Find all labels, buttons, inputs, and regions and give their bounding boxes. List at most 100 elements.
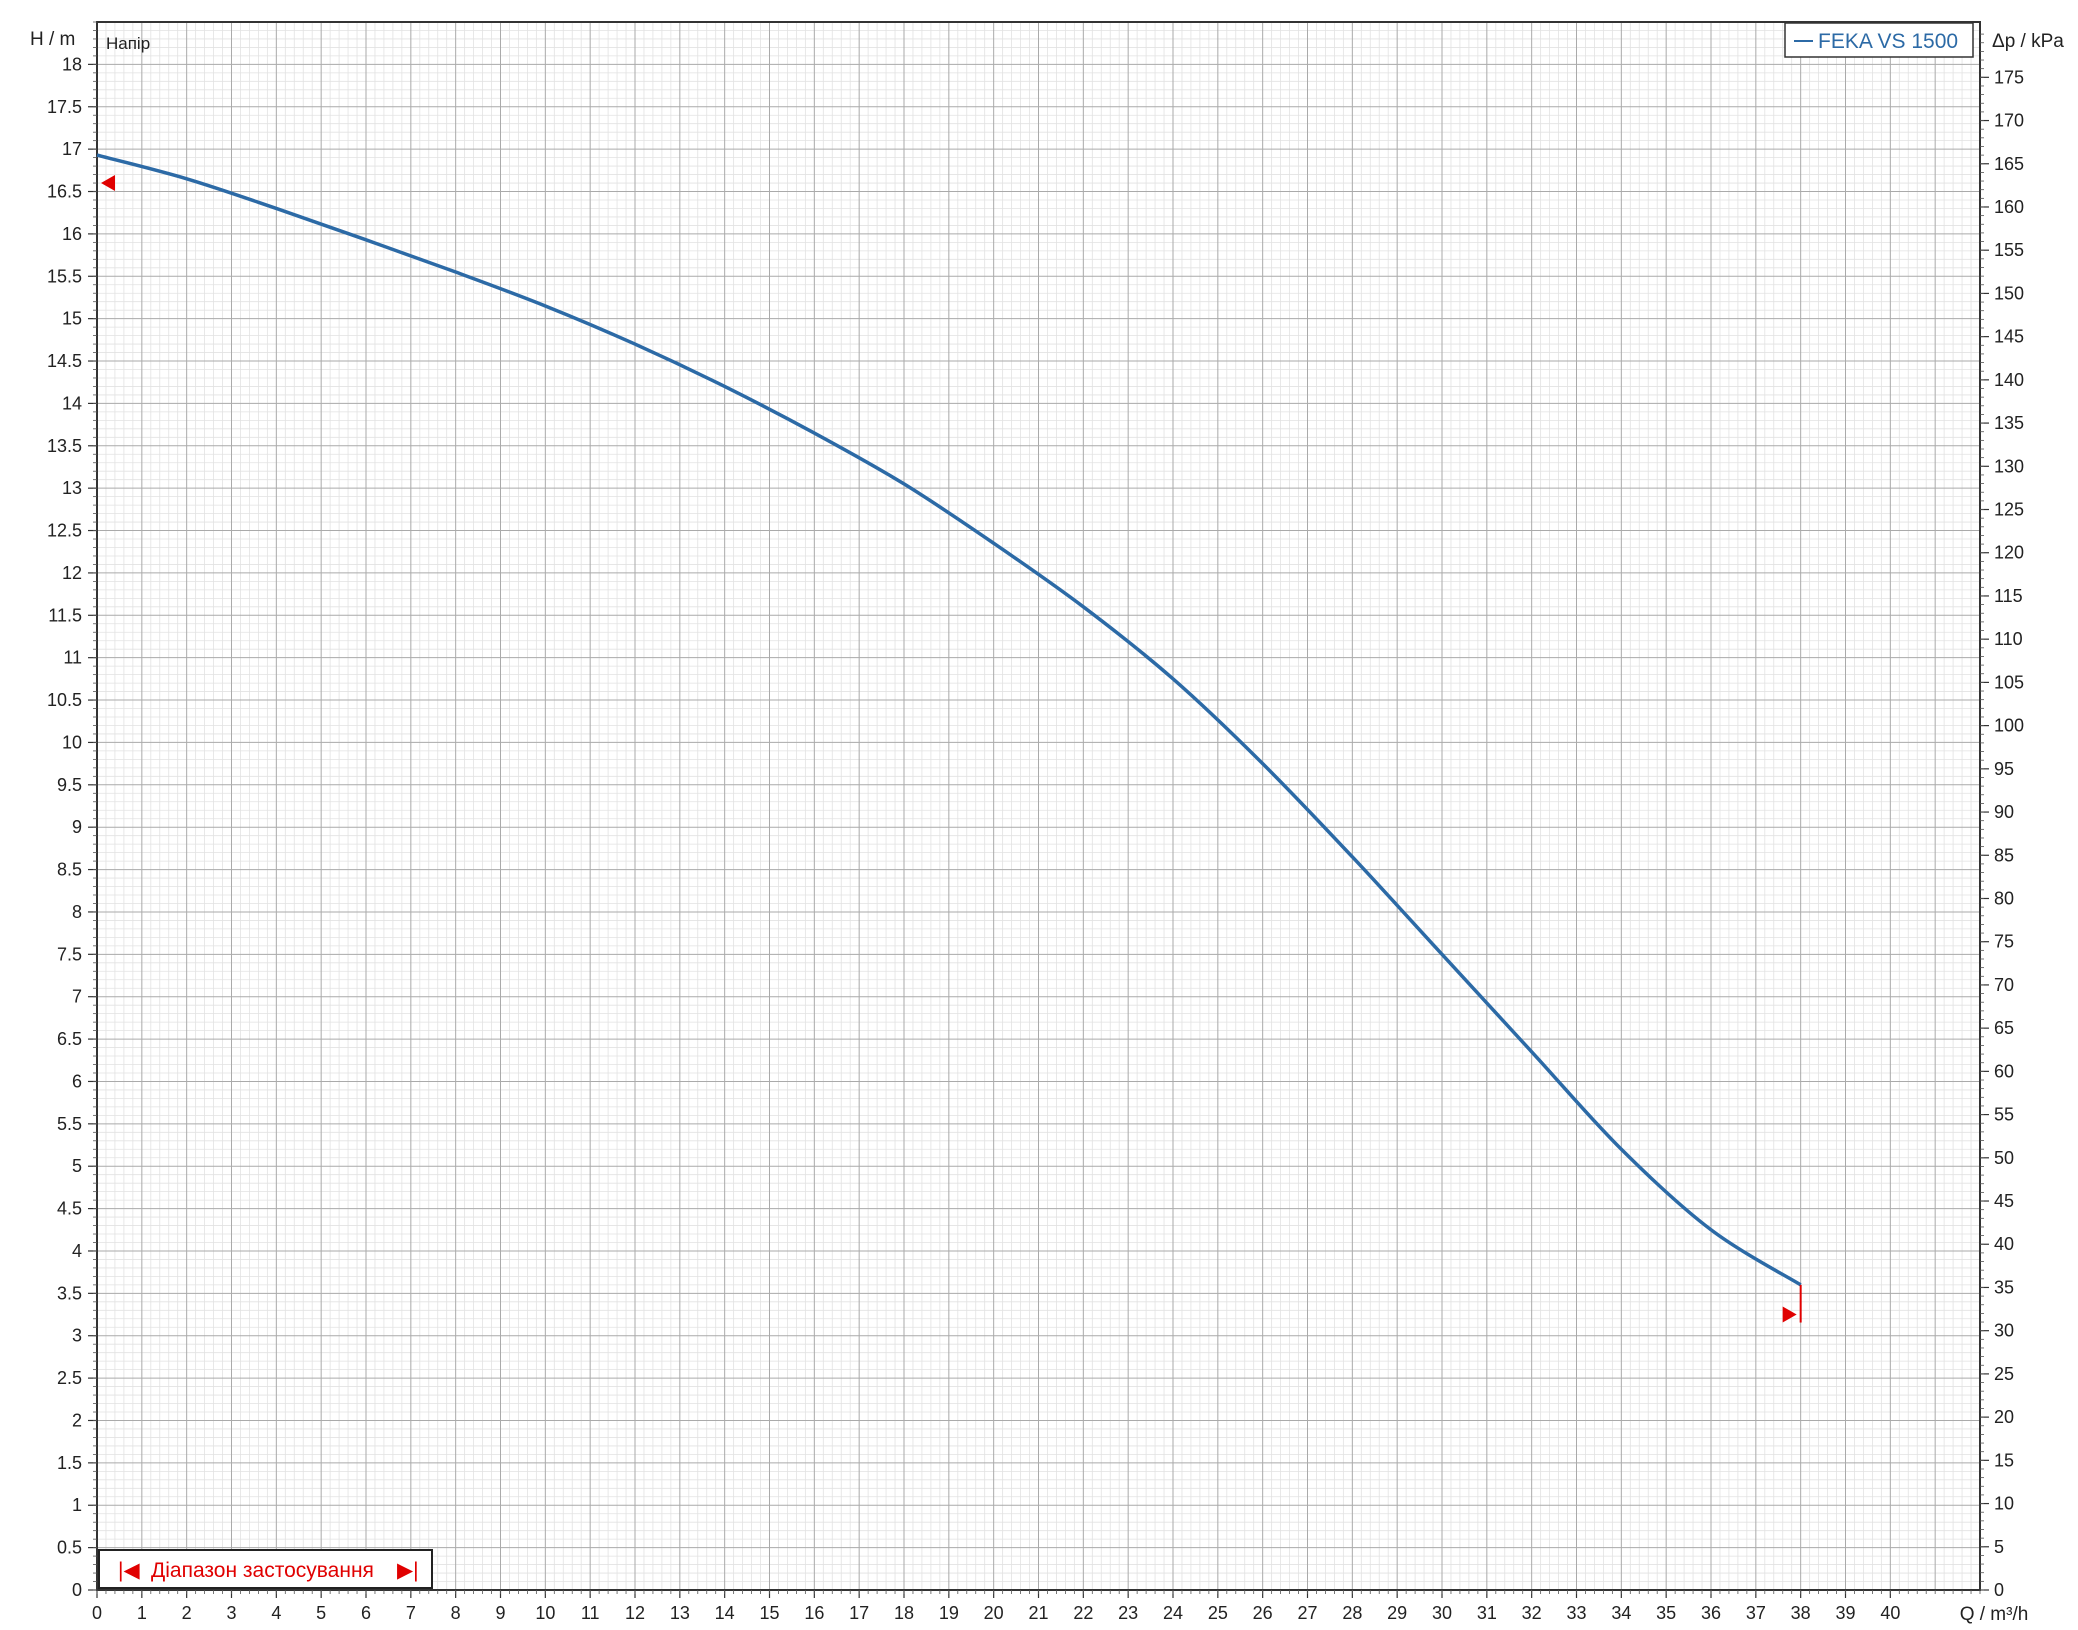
y-tick-label: 9 <box>72 817 82 837</box>
x-tick-label: 37 <box>1746 1603 1766 1623</box>
x-tick-label: 29 <box>1387 1603 1407 1623</box>
y2-tick-label: 100 <box>1994 716 2024 736</box>
range-start-glyph: |◀ <box>118 1559 140 1582</box>
head-annotation: Напір <box>106 34 150 53</box>
x-tick-label: 32 <box>1522 1603 1542 1623</box>
x-tick-label: 10 <box>535 1603 555 1623</box>
y2-tick-label: 85 <box>1994 845 2014 865</box>
y2-tick-label: 15 <box>1994 1450 2014 1470</box>
y2-axis-ticks: 0 5 10 15 20 25 30 35 40 45 50 55 60 65 70 75 80 85 90 95 10… <box>1980 33 2024 1600</box>
y2-tick-label: 130 <box>1994 456 2024 476</box>
x-tick-label: 30 <box>1432 1603 1452 1623</box>
y2-tick-label: 110 <box>1994 629 2023 649</box>
y-tick-label: 18 <box>62 54 82 74</box>
x-tick-label: 28 <box>1342 1603 1362 1623</box>
y-axis-label: H / m <box>30 29 75 50</box>
y-tick-label: 3 <box>72 1326 82 1346</box>
y2-tick-label: 140 <box>1994 370 2024 390</box>
range-start-marker <box>101 175 115 192</box>
y2-tick-label: 160 <box>1994 197 2024 217</box>
y-tick-label: 2 <box>72 1410 82 1430</box>
y-tick-label: 16 <box>62 224 82 244</box>
y-tick-label: 6 <box>72 1071 82 1091</box>
x-tick-label: 33 <box>1566 1603 1586 1623</box>
y-tick-label: 14 <box>62 393 82 413</box>
y2-tick-label: 145 <box>1994 327 2024 347</box>
y2-tick-label: 115 <box>1994 586 2023 606</box>
x-tick-label: 12 <box>625 1603 645 1623</box>
y-tick-label: 0 <box>72 1580 82 1600</box>
x-tick-label: 22 <box>1073 1603 1093 1623</box>
y-tick-label: 14.5 <box>47 351 82 371</box>
x-tick-label: 24 <box>1163 1603 1183 1623</box>
y-tick-label: 5 <box>72 1156 82 1176</box>
x-tick-label: 39 <box>1835 1603 1855 1623</box>
x-tick-label: 19 <box>939 1603 959 1623</box>
y2-tick-label: 45 <box>1994 1191 2014 1211</box>
y-tick-label: 15.5 <box>47 266 82 286</box>
y2-tick-label: 150 <box>1994 283 2024 303</box>
y-tick-label: 8 <box>72 902 82 922</box>
operating-range-box: |◀ Діапазон застосування ▶| <box>98 1549 433 1589</box>
x-axis-label: Q / m³/h <box>1960 1604 2029 1625</box>
y-tick-label: 10 <box>62 732 82 752</box>
x-tick-label: 21 <box>1028 1603 1048 1623</box>
x-tick-label: 38 <box>1791 1603 1811 1623</box>
operating-range-markers <box>101 175 1802 1323</box>
y-tick-label: 5.5 <box>57 1114 82 1134</box>
x-tick-label: 16 <box>804 1603 824 1623</box>
x-tick-label: 34 <box>1611 1603 1631 1623</box>
y-tick-label: 9.5 <box>57 775 82 795</box>
y-tick-label: 15 <box>62 309 82 329</box>
y2-tick-label: 5 <box>1994 1537 2004 1557</box>
y-tick-label: 4 <box>72 1241 82 1261</box>
y2-tick-label: 25 <box>1994 1364 2014 1384</box>
x-tick-label: 20 <box>984 1603 1004 1623</box>
x-tick-label: 11 <box>581 1603 600 1623</box>
x-tick-label: 5 <box>316 1603 326 1623</box>
x-tick-label: 26 <box>1253 1603 1273 1623</box>
operating-range-label: Діапазон застосування <box>151 1559 374 1582</box>
y2-tick-label: 60 <box>1994 1061 2014 1081</box>
x-tick-label: 25 <box>1208 1603 1228 1623</box>
y2-tick-label: 55 <box>1994 1105 2014 1125</box>
pump-curve-chart: 0 1 2 3 4 5 6 7 8 9 10 11 12 13 14 15 16 17 18 19 20 21 22 23 24… <box>30 21 2064 1625</box>
x-tick-label: 15 <box>759 1603 779 1623</box>
y2-tick-label: 50 <box>1994 1148 2014 1168</box>
x-tick-label: 36 <box>1701 1603 1721 1623</box>
y2-tick-label: 135 <box>1994 413 2024 433</box>
y-tick-label: 1 <box>72 1495 82 1515</box>
x-tick-label: 14 <box>715 1603 735 1623</box>
y-tick-label: 7.5 <box>57 944 82 964</box>
y2-tick-label: 35 <box>1994 1277 2014 1297</box>
y-axis-ticks: 00.511.522.533.544.555.566.577.588.599.5… <box>47 21 97 1600</box>
y2-tick-label: 120 <box>1994 543 2024 563</box>
y2-tick-label: 125 <box>1994 500 2024 520</box>
y-tick-label: 11.5 <box>48 605 82 625</box>
legend-series-name: FEKA VS 1500 <box>1818 30 1958 53</box>
y2-tick-label: 20 <box>1994 1407 2014 1427</box>
y-tick-label: 7 <box>72 987 82 1007</box>
x-tick-label: 4 <box>271 1603 281 1623</box>
x-tick-label: 31 <box>1477 1603 1497 1623</box>
y-tick-label: 12.5 <box>47 521 82 541</box>
y2-tick-label: 170 <box>1994 111 2024 131</box>
y2-tick-label: 75 <box>1994 932 2014 952</box>
y2-tick-label: 30 <box>1994 1321 2014 1341</box>
legend[interactable]: FEKA VS 1500 <box>1784 22 1974 58</box>
y-tick-label: 16.5 <box>47 182 82 202</box>
y-tick-label: 10.5 <box>47 690 82 710</box>
x-tick-label: 27 <box>1297 1603 1317 1623</box>
x-tick-label: 1 <box>137 1603 147 1623</box>
y2-axis-label: Δp / kPa <box>1992 31 2064 52</box>
y-tick-label: 3.5 <box>57 1283 82 1303</box>
y-tick-label: 6.5 <box>57 1029 82 1049</box>
x-tick-label: 17 <box>849 1603 869 1623</box>
y-tick-label: 0.5 <box>57 1538 82 1558</box>
y2-tick-label: 80 <box>1994 888 2014 908</box>
major-grid <box>96 21 1981 1591</box>
y-tick-label: 13.5 <box>47 436 82 456</box>
x-tick-label: 2 <box>182 1603 192 1623</box>
y2-tick-label: 10 <box>1994 1494 2014 1514</box>
x-tick-label: 35 <box>1656 1603 1676 1623</box>
